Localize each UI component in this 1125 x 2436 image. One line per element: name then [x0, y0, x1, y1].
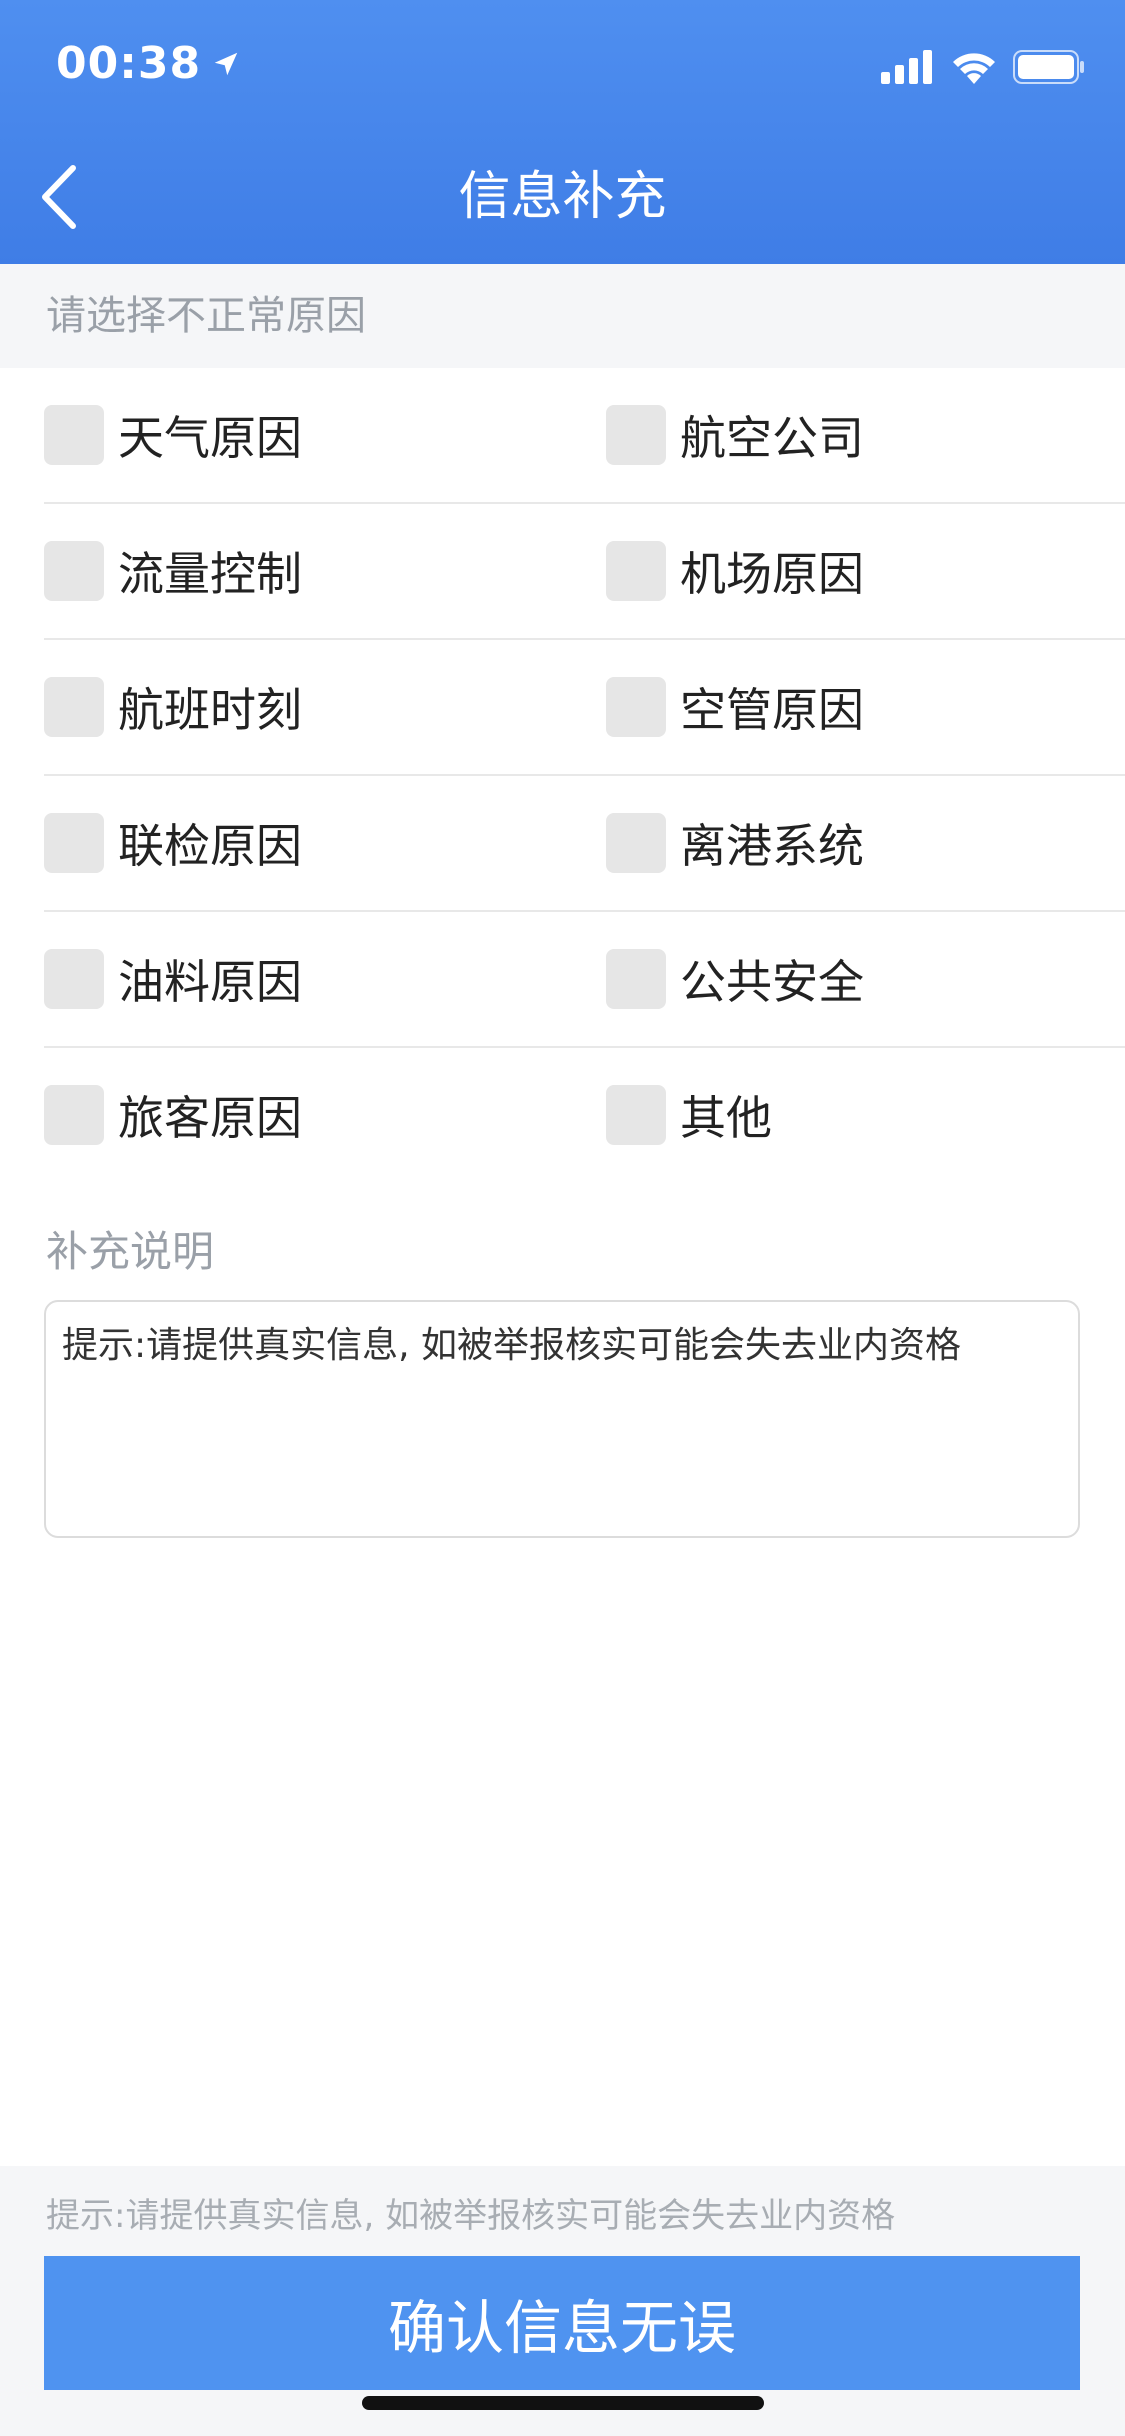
- option-airline[interactable]: 航空公司: [606, 405, 864, 465]
- option-schedule[interactable]: 航班时刻: [44, 677, 302, 737]
- option-inspection[interactable]: 联检原因: [44, 813, 302, 873]
- option-label: 公共安全: [680, 955, 864, 1009]
- option-row: 联检原因 离港系统: [44, 776, 1125, 912]
- page-title: 信息补充: [458, 167, 667, 227]
- checkbox[interactable]: [44, 405, 104, 465]
- option-label: 航班时刻: [118, 683, 302, 737]
- section-label: 请选择不正常原因: [0, 264, 1125, 368]
- footer-hint: 提示:请提供真实信息, 如被举报核实可能会失去业内资格: [46, 2196, 896, 2236]
- option-weather[interactable]: 天气原因: [44, 405, 302, 465]
- battery-icon: [1013, 50, 1084, 84]
- option-label: 流量控制: [118, 547, 302, 601]
- checkbox[interactable]: [606, 541, 666, 601]
- option-label: 天气原因: [118, 411, 302, 465]
- checkbox[interactable]: [606, 949, 666, 1009]
- option-other[interactable]: 其他: [606, 1085, 772, 1145]
- checkbox[interactable]: [44, 541, 104, 601]
- option-passenger[interactable]: 旅客原因: [44, 1085, 302, 1145]
- option-label: 旅客原因: [118, 1091, 302, 1145]
- remark-label: 补充说明: [46, 1227, 215, 1276]
- status-time: 00:38: [56, 38, 241, 89]
- checkbox[interactable]: [606, 405, 666, 465]
- checkbox[interactable]: [44, 813, 104, 873]
- checkbox[interactable]: [606, 677, 666, 737]
- option-flow-control[interactable]: 流量控制: [44, 541, 302, 601]
- wifi-icon: [953, 53, 995, 84]
- option-label: 航空公司: [680, 411, 864, 465]
- time-label: 00:38: [56, 38, 202, 89]
- location-arrow-icon: [214, 52, 238, 75]
- option-public-safety[interactable]: 公共安全: [606, 949, 864, 1009]
- option-departure-system[interactable]: 离港系统: [606, 813, 864, 873]
- option-row: 天气原因 航空公司: [44, 368, 1125, 504]
- app-header: 00:38 信息补充: [0, 0, 1125, 264]
- option-label: 空管原因: [680, 683, 864, 737]
- checkbox[interactable]: [606, 1085, 666, 1145]
- reason-options: 天气原因 航空公司 流量控制 机场原因 航班时刻 空管原因 联检原因 离港系统 …: [0, 368, 1125, 1182]
- option-row: 油料原因 公共安全: [44, 912, 1125, 1048]
- option-atc[interactable]: 空管原因: [606, 677, 864, 737]
- option-row: 流量控制 机场原因: [44, 504, 1125, 640]
- option-label: 联检原因: [118, 819, 302, 873]
- checkbox[interactable]: [606, 813, 666, 873]
- option-airport[interactable]: 机场原因: [606, 541, 864, 601]
- option-label: 机场原因: [680, 547, 864, 601]
- option-row: 航班时刻 空管原因: [44, 640, 1125, 776]
- option-label: 油料原因: [118, 955, 302, 1009]
- status-icons: [881, 50, 1085, 84]
- checkbox[interactable]: [44, 949, 104, 1009]
- option-label: 其他: [680, 1091, 772, 1145]
- remark-placeholder: 提示:请提供真实信息, 如被举报核实可能会失去业内资格: [62, 1325, 962, 1366]
- confirm-button[interactable]: 确认信息无误: [44, 2256, 1080, 2390]
- option-label: 离港系统: [680, 819, 864, 873]
- remark-textarea[interactable]: 提示:请提供真实信息, 如被举报核实可能会失去业内资格: [44, 1300, 1080, 1538]
- checkbox[interactable]: [44, 677, 104, 737]
- checkbox[interactable]: [44, 1085, 104, 1145]
- home-indicator: [362, 2396, 764, 2410]
- signal-icon: [881, 50, 932, 84]
- option-fuel[interactable]: 油料原因: [44, 949, 302, 1009]
- option-row: 旅客原因 其他: [44, 1048, 1125, 1182]
